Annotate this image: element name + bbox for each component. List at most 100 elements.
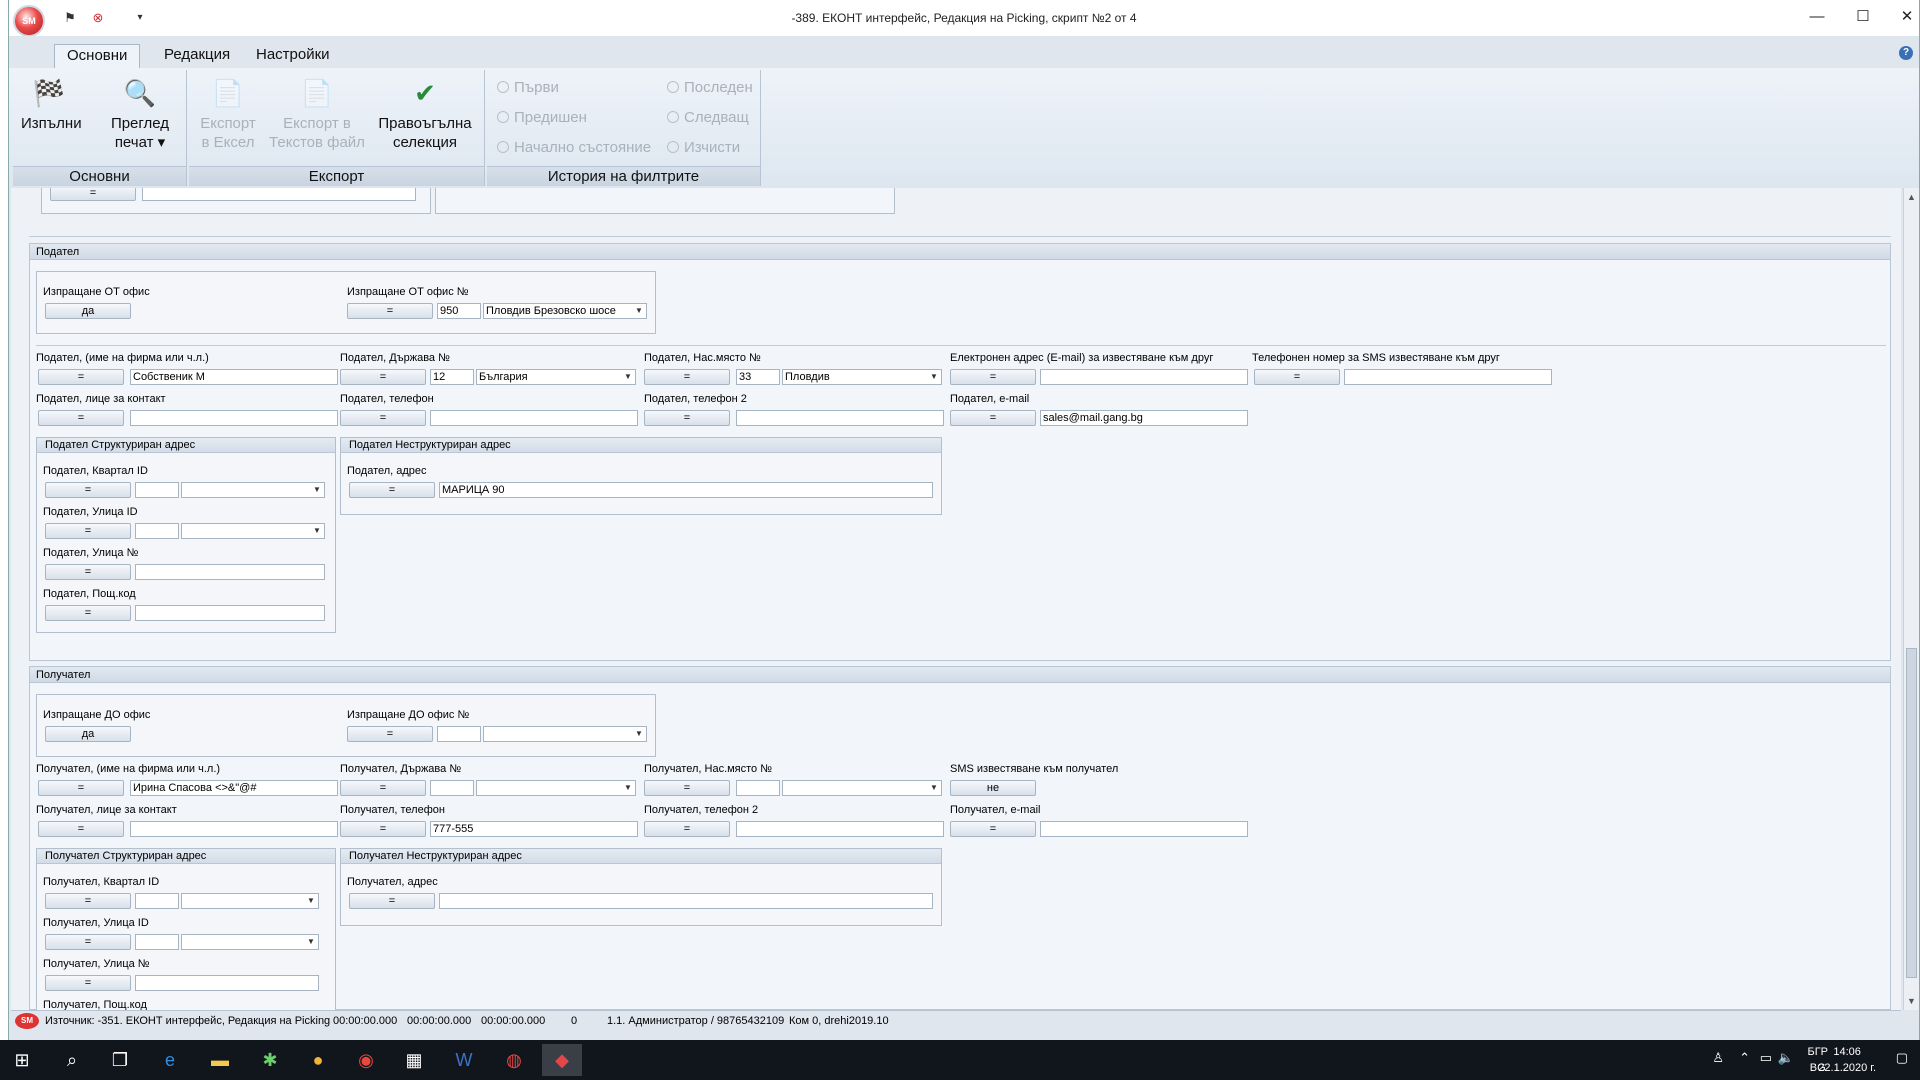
sender-quarter-id-field[interactable] <box>135 482 179 498</box>
tab-settings[interactable]: Настройки <box>244 44 342 68</box>
sender-street-no-field[interactable] <box>135 564 325 580</box>
sender-email-notify-field[interactable] <box>1040 369 1248 385</box>
notifications-icon[interactable]: ▢ <box>1896 1050 1908 1066</box>
receiver-city-no-field[interactable] <box>736 780 780 796</box>
receiver-sms-button[interactable]: не <box>950 780 1036 796</box>
vertical-scrollbar[interactable]: ▲ ▼ <box>1903 188 1919 1010</box>
sender-phone2-field[interactable] <box>736 410 944 426</box>
sender-contact-eq[interactable]: = <box>38 410 124 426</box>
history-clear[interactable]: Изчисти <box>667 139 740 156</box>
chrome-icon[interactable]: ◉ <box>346 1044 386 1076</box>
sender-office-no-field[interactable]: 950 <box>437 303 481 319</box>
history-initial[interactable]: Начално състояние <box>497 139 651 156</box>
receiver-street-eq[interactable]: = <box>45 934 131 950</box>
history-first[interactable]: Първи <box>497 79 559 96</box>
receiver-country-select[interactable]: ▼ <box>476 780 636 796</box>
show-hidden-icons-icon[interactable]: ⌃ <box>1739 1050 1750 1066</box>
scroll-thumb[interactable] <box>1906 648 1917 978</box>
receiver-contact-field[interactable] <box>130 821 338 837</box>
run-button[interactable]: 🏁 Изпълни <box>21 76 82 133</box>
sender-city-select[interactable]: Пловдив ▼ <box>782 369 942 385</box>
edge-icon[interactable]: e <box>150 1044 190 1076</box>
receiver-office-name-select[interactable]: ▼ <box>483 726 647 742</box>
receiver-phone-eq[interactable]: = <box>340 821 426 837</box>
volume-icon[interactable]: 🔈 <box>1778 1050 1794 1066</box>
windows-start-icon[interactable]: ⊞ <box>2 1044 42 1076</box>
history-next[interactable]: Следващ <box>667 109 749 126</box>
people-icon[interactable]: ♙ <box>1712 1050 1724 1066</box>
receiver-address-eq[interactable]: = <box>349 893 435 909</box>
network-icon[interactable]: ▭ <box>1760 1050 1772 1066</box>
sender-contact-field[interactable] <box>130 410 338 426</box>
sm-app-taskbar-icon[interactable]: ◆ <box>542 1044 582 1076</box>
help-icon[interactable]: ? <box>1899 46 1913 60</box>
sender-city-eq[interactable]: = <box>644 369 730 385</box>
file-explorer-icon[interactable]: ▬ <box>200 1044 240 1076</box>
scroll-down-icon[interactable]: ▼ <box>1907 996 1916 1006</box>
debug-app-icon[interactable]: ◍ <box>494 1044 534 1076</box>
previous-eq-button[interactable]: = <box>50 188 136 201</box>
receiver-street-no-eq[interactable]: = <box>45 975 131 991</box>
task-view-icon[interactable]: ❐ <box>100 1044 140 1076</box>
receiver-office-flag-button[interactable]: да <box>45 726 131 742</box>
receiver-country-no-field[interactable] <box>430 780 474 796</box>
sender-office-name-select[interactable]: Пловдив Брезовско шосе ▼ <box>483 303 647 319</box>
sender-email-field[interactable]: sales@mail.gang.bg <box>1040 410 1248 426</box>
receiver-phone2-eq[interactable]: = <box>644 821 730 837</box>
sender-sms-notify-eq[interactable]: = <box>1254 369 1340 385</box>
sender-address-field[interactable]: МАРИЦА 90 <box>439 482 933 498</box>
rect-selection-button[interactable]: ✔ Правоъгълна селекция <box>373 76 477 152</box>
receiver-quarter-id-field[interactable] <box>135 893 179 909</box>
sender-name-field[interactable]: Собственик М <box>130 369 338 385</box>
export-excel-button[interactable]: 📄 Експорт в Ексел <box>195 76 261 152</box>
receiver-country-eq[interactable]: = <box>340 780 426 796</box>
receiver-email-field[interactable] <box>1040 821 1248 837</box>
sender-street-eq[interactable]: = <box>45 523 131 539</box>
history-previous[interactable]: Предишен <box>497 109 587 126</box>
receiver-city-eq[interactable]: = <box>644 780 730 796</box>
taskbar-clock[interactable]: 14:06 22.1.2020 г. <box>1818 1044 1876 1076</box>
receiver-contact-eq[interactable]: = <box>38 821 124 837</box>
minimize-button[interactable]: — <box>1797 4 1837 30</box>
slack-icon[interactable]: ✱ <box>250 1044 290 1076</box>
receiver-quarter-select[interactable]: ▼ <box>181 893 319 909</box>
history-last[interactable]: Последен <box>667 79 753 96</box>
receiver-street-id-field[interactable] <box>135 934 179 950</box>
sender-street-id-field[interactable] <box>135 523 179 539</box>
sender-email-notify-eq[interactable]: = <box>950 369 1036 385</box>
receiver-address-field[interactable] <box>439 893 933 909</box>
receiver-name-eq[interactable]: = <box>38 780 124 796</box>
receiver-phone-field[interactable]: 777-555 <box>430 821 638 837</box>
receiver-email-eq[interactable]: = <box>950 821 1036 837</box>
sender-email-eq[interactable]: = <box>950 410 1036 426</box>
calculator-icon[interactable]: ▦ <box>394 1044 434 1076</box>
sender-quarter-select[interactable]: ▼ <box>181 482 325 498</box>
sender-postcode-eq[interactable]: = <box>45 605 131 621</box>
sender-country-select[interactable]: България ▼ <box>476 369 636 385</box>
sender-city-no-field[interactable]: 33 <box>736 369 780 385</box>
receiver-office-no-field[interactable] <box>437 726 481 742</box>
sender-phone-field[interactable] <box>430 410 638 426</box>
sender-sms-notify-field[interactable] <box>1344 369 1552 385</box>
receiver-phone2-field[interactable] <box>736 821 944 837</box>
word-icon[interactable]: W <box>444 1044 484 1076</box>
export-text-button[interactable]: 📄 Експорт в Текстов файл <box>269 76 365 152</box>
sender-postcode-field[interactable] <box>135 605 325 621</box>
sender-office-flag-button[interactable]: да <box>45 303 131 319</box>
receiver-office-no-eq[interactable]: = <box>347 726 433 742</box>
tab-edit[interactable]: Редакция <box>152 44 242 68</box>
tab-main[interactable]: Основни <box>54 44 141 68</box>
receiver-quarter-eq[interactable]: = <box>45 893 131 909</box>
previous-field[interactable] <box>142 188 416 201</box>
maximize-button[interactable]: ☐ <box>1843 4 1883 30</box>
search-icon[interactable]: ⌕ <box>52 1044 92 1076</box>
receiver-street-select[interactable]: ▼ <box>181 934 319 950</box>
sender-quarter-eq[interactable]: = <box>45 482 131 498</box>
print-preview-button[interactable]: 🔍 Преглед печат ▾ <box>107 76 173 152</box>
paint-icon[interactable]: ● <box>298 1044 338 1076</box>
receiver-city-select[interactable]: ▼ <box>782 780 942 796</box>
sender-country-eq[interactable]: = <box>340 369 426 385</box>
sender-street-select[interactable]: ▼ <box>181 523 325 539</box>
sender-name-eq[interactable]: = <box>38 369 124 385</box>
close-button[interactable]: ✕ <box>1887 4 1920 30</box>
